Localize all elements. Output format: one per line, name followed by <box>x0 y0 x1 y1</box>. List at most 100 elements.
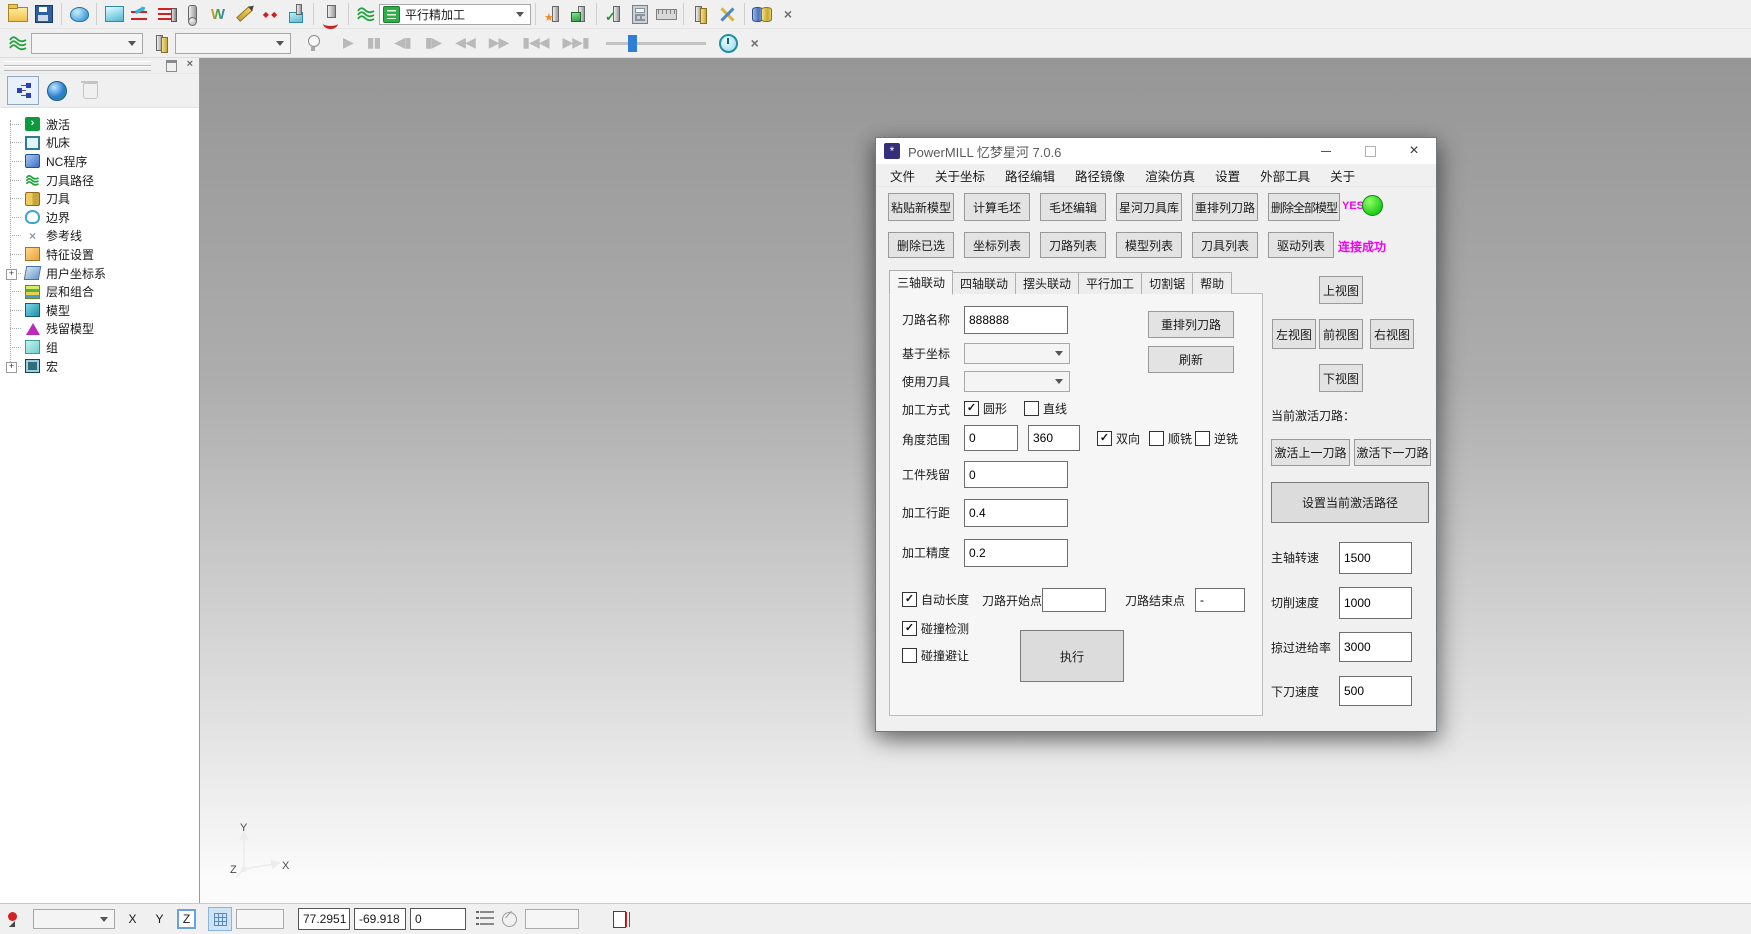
strategy-combobox[interactable]: 平行精加工 <box>379 4 531 25</box>
expand-icon[interactable] <box>6 362 17 373</box>
angle-from-input[interactable] <box>964 425 1018 451</box>
plunge-feed-input[interactable] <box>1339 676 1412 706</box>
axis-x-button[interactable]: X <box>123 909 142 929</box>
delete-selected-button[interactable]: 删除已选 <box>888 232 954 258</box>
fast-forward-icon[interactable]: ▶▶ <box>489 35 509 51</box>
tool-icon[interactable] <box>179 1 205 27</box>
lightbulb-icon[interactable] <box>301 30 327 56</box>
tree-item-toolpaths[interactable]: 刀具路径 <box>0 171 199 190</box>
sim-tool-combobox[interactable] <box>175 33 291 54</box>
toolpath-verify-icon[interactable] <box>566 1 592 27</box>
auto-length-checkbox[interactable]: 自动长度 <box>902 591 969 608</box>
stock-remain-input[interactable] <box>964 461 1068 488</box>
tab-parallel[interactable]: 平行加工 <box>1078 272 1142 294</box>
minimize-button[interactable] <box>1304 138 1348 164</box>
pause-icon[interactable]: ▮▮ <box>367 35 380 51</box>
pattern-icon[interactable] <box>231 1 257 27</box>
toolpath-list-button[interactable]: 刀路列表 <box>1040 232 1106 258</box>
tree-item-feature-sets[interactable]: 特征设置 <box>0 245 199 264</box>
panel-close-icon[interactable]: × <box>187 58 193 70</box>
mode-circle-checkbox[interactable]: 圆形 <box>964 400 1007 417</box>
axis-z-button[interactable]: Z <box>177 909 196 929</box>
axis-y-button[interactable]: Y <box>150 909 169 929</box>
toolpath-check-icon[interactable] <box>601 1 627 27</box>
activate-prev-toolpath-button[interactable]: 激活上一刀路 <box>1271 439 1350 466</box>
teapot-icon[interactable] <box>66 1 92 27</box>
both-direction-checkbox[interactable]: 双向 <box>1097 430 1140 447</box>
go-end-icon[interactable]: ▶▶▮ <box>563 35 589 51</box>
tree-item-levels[interactable]: 层和组合 <box>0 282 199 301</box>
statusbar-combobox[interactable] <box>33 909 115 929</box>
tool-library-button[interactable]: 星河刀具库 <box>1116 193 1182 221</box>
use-tool-combobox[interactable] <box>964 371 1070 392</box>
tree-item-nc-programs[interactable]: NC程序 <box>0 152 199 171</box>
tree-item-stock-models[interactable]: 残留模型 <box>0 320 199 339</box>
start-point-input[interactable] <box>1042 588 1106 612</box>
dialog-titlebar[interactable]: PowerMILL 忆梦星河 7.0.6 × <box>876 138 1436 164</box>
toolbar-close-icon[interactable]: × <box>775 1 801 27</box>
simulate-toolpath-icon[interactable] <box>540 1 566 27</box>
end-point-input[interactable] <box>1195 588 1245 612</box>
tab-swivel[interactable]: 摆头联动 <box>1015 272 1079 294</box>
tab-saw[interactable]: 切割锯 <box>1141 272 1193 294</box>
block-icon[interactable] <box>101 1 127 27</box>
tree-item-macros[interactable]: 宏 <box>0 357 199 376</box>
slider-handle[interactable] <box>628 35 637 52</box>
tree-item-models[interactable]: 模型 <box>0 301 199 320</box>
set-current-path-button[interactable]: 设置当前激活路径 <box>1271 482 1429 523</box>
front-view-button[interactable]: 前视图 <box>1319 319 1363 349</box>
toolpath-icon[interactable] <box>353 1 379 27</box>
menu-settings[interactable]: 设置 <box>1205 166 1250 185</box>
record-icon[interactable] <box>7 911 23 927</box>
doc-status-icon[interactable] <box>613 911 626 928</box>
tool-database-icon[interactable] <box>749 1 775 27</box>
tree-item-machine[interactable]: 机床 <box>0 134 199 153</box>
collision-avoid-checkbox[interactable]: 碰撞避让 <box>902 647 969 664</box>
web-globe-button[interactable] <box>42 77 72 104</box>
stepover-input[interactable] <box>964 499 1068 527</box>
recycle-bin-button[interactable] <box>75 77 105 104</box>
expand-icon[interactable] <box>6 269 17 280</box>
climb-mill-checkbox[interactable]: 顺铣 <box>1149 430 1192 447</box>
leads-links-icon[interactable] <box>153 1 179 27</box>
tool-list-button[interactable]: 刀具列表 <box>1192 232 1258 258</box>
tolerance-input[interactable] <box>964 539 1068 567</box>
go-start-icon[interactable]: ▮◀◀ <box>522 35 548 51</box>
top-view-button[interactable]: 上视图 <box>1319 276 1363 304</box>
left-view-button[interactable]: 左视图 <box>1272 319 1316 349</box>
execute-button[interactable]: 执行 <box>1020 630 1124 682</box>
coord-y-box[interactable]: -69.918 <box>354 908 406 930</box>
step-back-icon[interactable]: ◀▮ <box>394 35 410 51</box>
cutting-speed-input[interactable] <box>1339 587 1412 619</box>
collision-check-checkbox[interactable]: 碰撞检测 <box>902 620 969 637</box>
float-panel-icon[interactable] <box>166 60 177 72</box>
maximize-button[interactable] <box>1348 138 1392 164</box>
tab-4axis[interactable]: 四轴联动 <box>952 272 1016 294</box>
block-edit-button[interactable]: 毛坯编辑 <box>1040 193 1106 221</box>
rewind-icon[interactable]: ◀◀ <box>455 35 475 51</box>
angle-to-input[interactable] <box>1028 425 1080 451</box>
menu-path-edit[interactable]: 路径编辑 <box>995 166 1065 185</box>
tree-item-boundaries[interactable]: 边界 <box>0 208 199 227</box>
explorer-tree-button[interactable] <box>7 76 39 105</box>
collision-icon[interactable] <box>318 1 344 27</box>
tree-item-activate[interactable]: 激活 <box>0 115 199 134</box>
menu-render-sim[interactable]: 渲染仿真 <box>1135 166 1205 185</box>
spindle-speed-input[interactable] <box>1339 542 1412 574</box>
sim-toolpath-combobox[interactable] <box>31 33 143 54</box>
menu-external-tools[interactable]: 外部工具 <box>1250 166 1320 185</box>
menu-file[interactable]: 文件 <box>880 166 925 185</box>
skim-feed-input[interactable] <box>1339 632 1412 662</box>
calc-block-button[interactable]: 计算毛坯 <box>964 193 1030 221</box>
coord-list-button[interactable]: 坐标列表 <box>964 232 1030 258</box>
coord-z-box[interactable]: 0 <box>410 908 466 930</box>
measure-icon[interactable] <box>653 1 679 27</box>
calculator-icon[interactable] <box>627 1 653 27</box>
refresh-button[interactable]: 刷新 <box>1148 346 1234 373</box>
swap-axes-icon[interactable] <box>714 1 740 27</box>
rearrange-button[interactable]: 重排列刀路 <box>1148 311 1234 338</box>
conventional-mill-checkbox[interactable]: 逆铣 <box>1195 430 1238 447</box>
rapid-heights-icon[interactable] <box>127 1 153 27</box>
step-forward-icon[interactable]: ▮▶ <box>425 35 441 51</box>
delete-all-models-button[interactable]: 删除全部模型 <box>1268 193 1340 221</box>
